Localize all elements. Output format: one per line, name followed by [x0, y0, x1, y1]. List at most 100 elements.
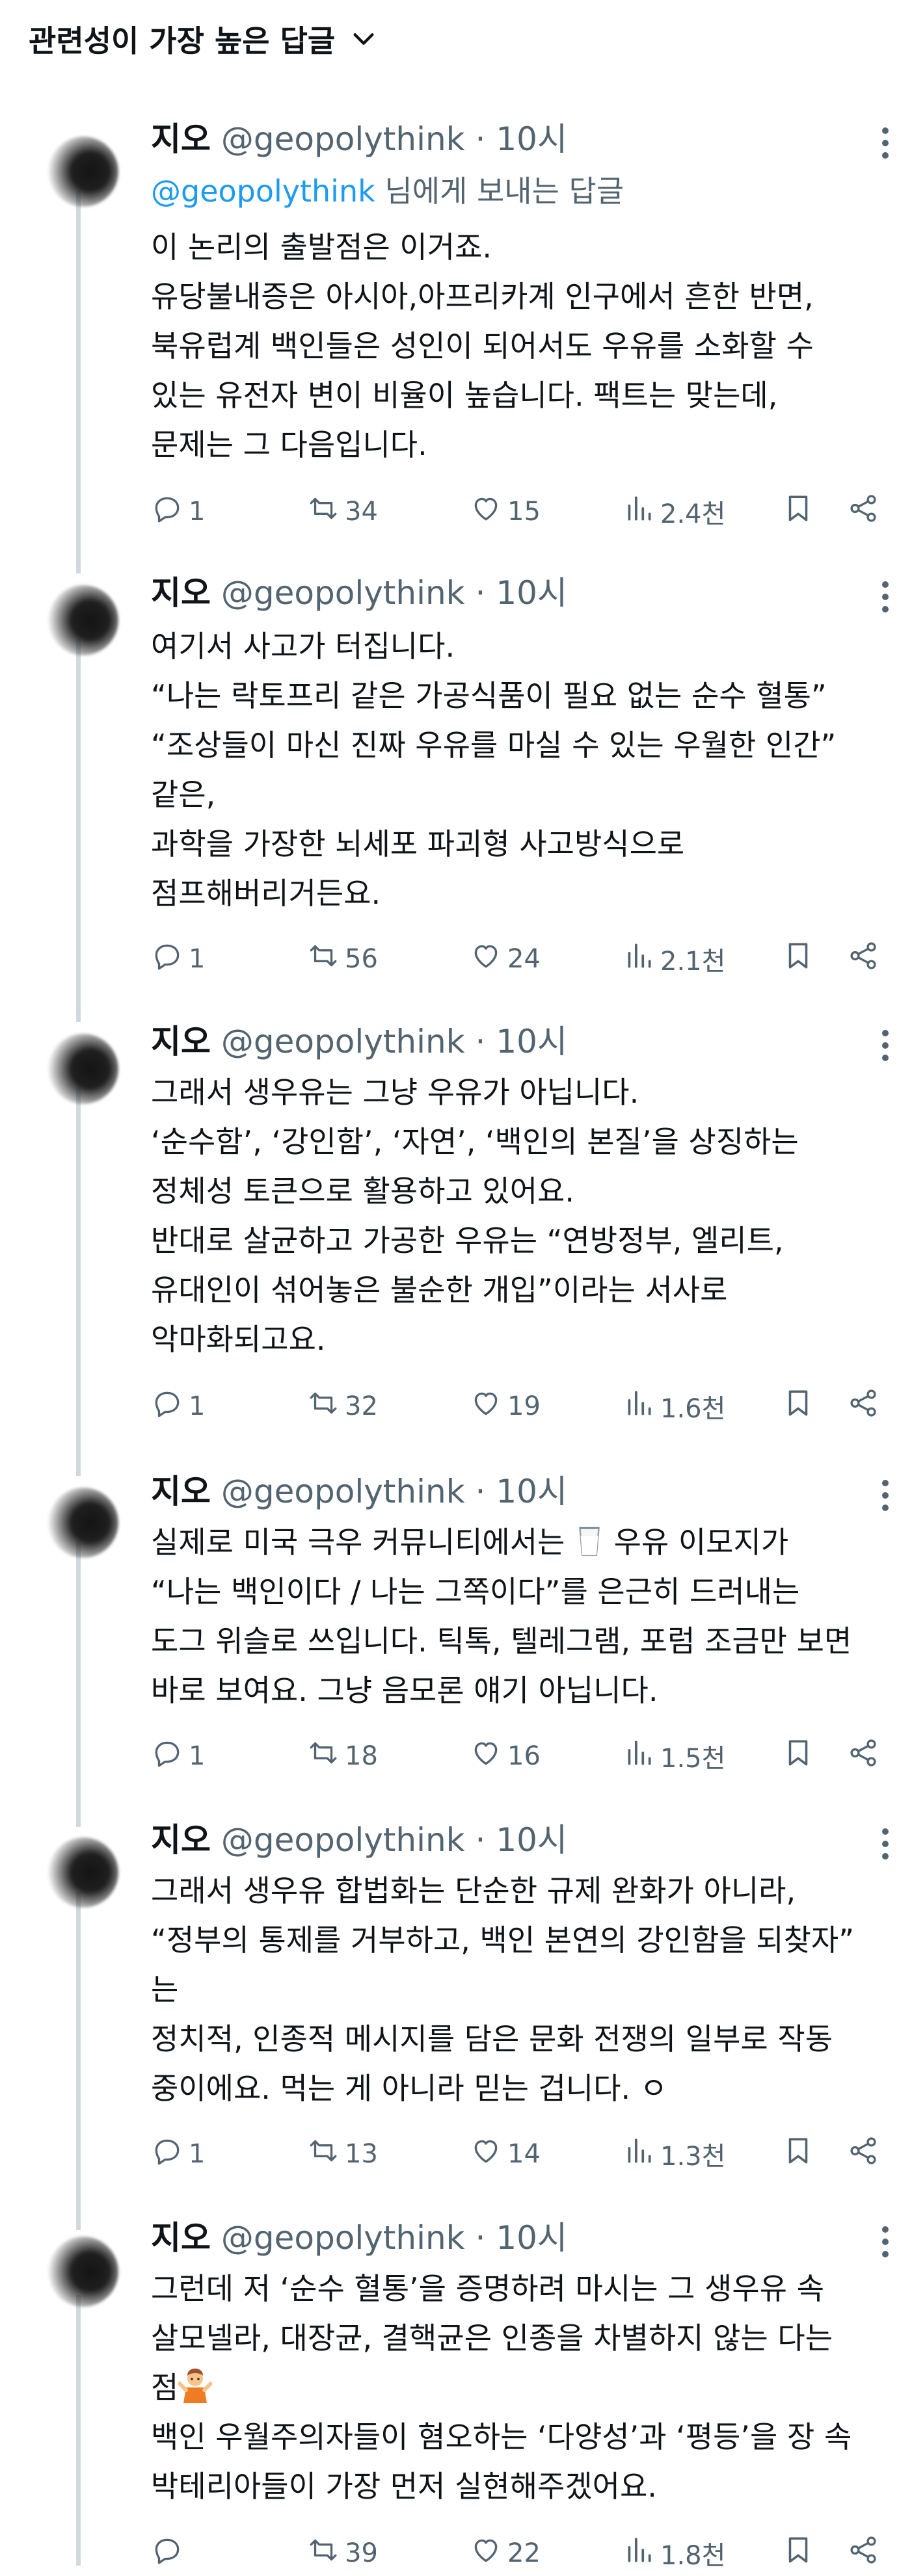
- text-line: 그래서 생우유는 그냥 우유가 아닙니다.: [151, 1075, 639, 1110]
- bookmark-button[interactable]: [782, 2131, 814, 2177]
- author-name[interactable]: 지오: [151, 120, 211, 158]
- like-button[interactable]: 16: [470, 1733, 541, 1779]
- author-handle[interactable]: @geopolythink: [221, 2219, 465, 2257]
- author-name[interactable]: 지오: [151, 574, 211, 612]
- retweet-icon: [307, 2135, 340, 2174]
- share-button[interactable]: [847, 1733, 879, 1779]
- avatar[interactable]: [48, 1034, 118, 1104]
- text-line: 중이에요. 먹는 게 아니라 믿는 겁니다. ㅇ: [151, 2071, 668, 2106]
- like-button[interactable]: 14: [470, 2131, 541, 2177]
- text-line: 반대로 살균하고 가공한 우유는 “연방정부, 엘리트,: [151, 1223, 784, 1258]
- reply-button[interactable]: 1: [151, 1384, 205, 1429]
- view-count: 1.6천: [660, 1394, 726, 1424]
- share-button[interactable]: [847, 936, 879, 982]
- retweet-button[interactable]: 18: [307, 1733, 378, 1779]
- like-button[interactable]: 22: [470, 2530, 541, 2576]
- share-icon: [847, 2135, 879, 2174]
- author-handle[interactable]: @geopolythink: [221, 1023, 465, 1060]
- separator-dot: ·: [475, 574, 486, 612]
- views-chart-icon: [623, 2135, 655, 2174]
- bookmark-button[interactable]: [782, 1384, 814, 1429]
- bookmark-button[interactable]: [782, 936, 814, 982]
- author-handle[interactable]: @geopolythink: [221, 574, 465, 612]
- timestamp[interactable]: 10시: [496, 574, 567, 612]
- timestamp[interactable]: 10시: [496, 1473, 567, 1510]
- views-button[interactable]: 1.3천: [623, 2131, 725, 2177]
- more-options-icon[interactable]: [881, 1030, 889, 1061]
- separator-dot: ·: [475, 2219, 486, 2257]
- views-button[interactable]: 2.1천: [623, 936, 725, 982]
- reply-button[interactable]: 1: [151, 936, 205, 982]
- share-button[interactable]: [847, 1384, 879, 1429]
- author-name[interactable]: 지오: [151, 1473, 211, 1510]
- text-line: 정체성 토큰으로 활용하고 있어요.: [151, 1174, 574, 1209]
- views-button[interactable]: 1.8천: [623, 2530, 725, 2576]
- text-line: “정부의 통제를 거부하고, 백인 본연의 강인함을 되찾자”: [151, 1923, 855, 1958]
- views-button[interactable]: 1.5천: [623, 1733, 725, 1779]
- bookmark-button[interactable]: [782, 2530, 814, 2576]
- reply-icon: [151, 2534, 183, 2573]
- share-button[interactable]: [847, 2131, 879, 2177]
- sort-label[interactable]: 관련성이 가장 높은 답글: [29, 18, 335, 60]
- more-options-icon[interactable]: [881, 127, 889, 159]
- retweet-button[interactable]: 39: [307, 2530, 378, 2576]
- text-segment: 실제로 미국 극우 커뮤니티에서는: [151, 1525, 574, 1560]
- tweet-header: 지오 @geopolythink · 10시: [151, 1021, 567, 1062]
- avatar[interactable]: [48, 585, 118, 655]
- author-name[interactable]: 지오: [151, 1023, 211, 1060]
- timestamp[interactable]: 10시: [496, 1821, 567, 1859]
- retweet-icon: [307, 1737, 340, 1776]
- share-button[interactable]: [847, 489, 879, 534]
- like-button[interactable]: 24: [470, 936, 541, 982]
- avatar[interactable]: [48, 2237, 118, 2307]
- reply-button[interactable]: [151, 2530, 189, 2576]
- author-name[interactable]: 지오: [151, 1821, 211, 1859]
- bookmark-button[interactable]: [782, 489, 814, 534]
- text-line: “나는 백인이다 / 나는 그쪽이다”를 은근히 드러내는: [151, 1574, 800, 1609]
- like-button[interactable]: 19: [470, 1384, 541, 1429]
- author-name[interactable]: 지오: [151, 2219, 211, 2257]
- reply-button[interactable]: 1: [151, 1733, 205, 1779]
- author-handle[interactable]: @geopolythink: [221, 1473, 465, 1510]
- text-line: ‘순수함’, ‘강인함’, ‘자연’, ‘백인의 본질’을 상징하는: [151, 1124, 799, 1159]
- avatar[interactable]: [48, 1837, 118, 1908]
- heart-icon: [470, 1387, 502, 1426]
- retweet-button[interactable]: 32: [307, 1384, 378, 1429]
- retweet-button[interactable]: 13: [307, 2131, 378, 2177]
- text-line: 정치적, 인종적 메시지를 담은 문화 전쟁의 일부로 작동: [151, 2021, 833, 2057]
- avatar[interactable]: [48, 1488, 118, 1558]
- text-line: 과학을 가장한 뇌세포 파괴형 사고방식으로: [151, 826, 685, 861]
- author-handle[interactable]: @geopolythink: [221, 1821, 465, 1859]
- bookmark-icon: [782, 1737, 814, 1776]
- text-line: 점: [151, 2363, 899, 2412]
- avatar[interactable]: [48, 137, 118, 207]
- more-options-icon[interactable]: [881, 581, 889, 612]
- reply-button[interactable]: 1: [151, 489, 205, 534]
- bookmark-icon: [782, 1387, 814, 1426]
- chevron-down-icon[interactable]: [351, 26, 377, 52]
- text-line: 여기서 사고가 터집니다.: [151, 629, 455, 664]
- timestamp[interactable]: 10시: [496, 1023, 567, 1060]
- view-count: 2.4천: [660, 499, 726, 529]
- views-button[interactable]: 1.6천: [623, 1384, 725, 1429]
- bookmark-button[interactable]: [782, 1733, 814, 1779]
- retweet-button[interactable]: 34: [307, 489, 378, 534]
- more-options-icon[interactable]: [881, 1480, 889, 1511]
- text-line: 유대인이 섞어놓은 불순한 개입”이라는 서사로: [151, 1272, 728, 1308]
- timestamp[interactable]: 10시: [496, 120, 567, 158]
- heart-icon: [470, 940, 502, 979]
- more-options-icon[interactable]: [881, 2226, 889, 2257]
- views-button[interactable]: 2.4천: [623, 489, 725, 534]
- timestamp[interactable]: 10시: [496, 2219, 567, 2257]
- tweet-text: 이 논리의 출발점은 이거죠. 유당불내증은 아시아,아프리카계 인구에서 흔한…: [151, 222, 899, 469]
- reply-button[interactable]: 1: [151, 2131, 205, 2177]
- like-button[interactable]: 15: [470, 489, 541, 534]
- replying-to-suffix: 님에게 보내는 답글: [384, 174, 624, 209]
- share-icon: [847, 2534, 879, 2573]
- more-options-icon[interactable]: [881, 1828, 889, 1860]
- share-button[interactable]: [847, 2530, 879, 2576]
- author-handle[interactable]: @geopolythink: [221, 120, 465, 158]
- mention-link[interactable]: @geopolythink: [151, 174, 375, 209]
- reply-sort-header[interactable]: 관련성이 가장 높은 답글: [0, 0, 912, 78]
- retweet-button[interactable]: 56: [307, 936, 378, 982]
